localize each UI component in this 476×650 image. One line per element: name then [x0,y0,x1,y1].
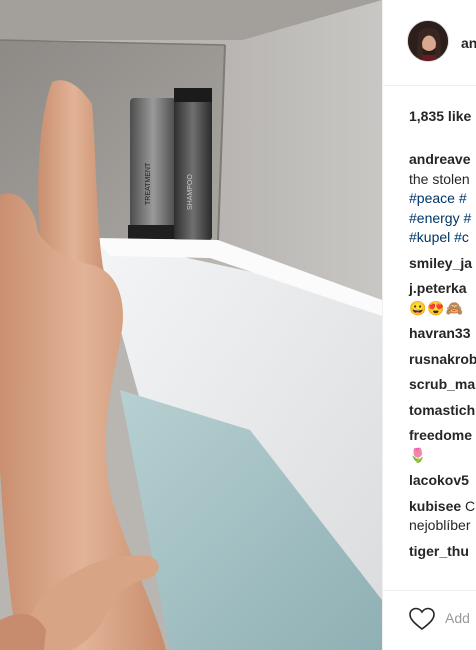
heart-icon[interactable] [409,607,435,631]
comment-username[interactable]: j.peterka [409,280,467,296]
comment-username[interactable]: scrub_ma [409,376,475,392]
comment-username[interactable]: kubisee [409,498,461,514]
avatar[interactable] [407,20,449,62]
comment-item: scrub_ma [409,375,476,395]
shampoo-bottle [174,88,212,240]
comment-item: smiley_ja [409,254,476,274]
treatment-tube [130,98,176,238]
comment-emoji: 😀😍🙈 [409,299,465,316]
comment-username[interactable]: tiger_thu [409,543,469,559]
comment-username[interactable]: lacokov5 [409,472,469,488]
comment-username[interactable]: rusnakrob [409,351,476,367]
caption-line: the stolen [409,170,470,187]
comment-item: havran33 [409,324,476,344]
caption-username[interactable]: andreave [409,151,470,167]
comment-username[interactable]: tomastich [409,402,475,418]
comment-item: tomastich [409,401,476,421]
post-author-username[interactable]: andreave [461,35,476,51]
comment-text-line: nejoblíber [409,517,471,533]
comment-username[interactable]: smiley_ja [409,255,472,271]
bath-photo-illustration: TREATMENT SHAMPOO [0,0,382,650]
comments-list: andreave the stolen #peace # #energy # #… [409,150,476,561]
comment-username[interactable]: freedome [409,427,472,443]
post-header: andreave [383,0,476,86]
post-photo[interactable]: TREATMENT SHAMPOO [0,0,382,650]
comment-item: lacokov5 [409,471,476,491]
comment-item: tiger_thu [409,542,476,562]
product-label-2: SHAMPOO [187,174,194,210]
caption-hashtags[interactable]: #energy # [409,209,476,229]
comment-item: kubisee C [409,497,476,517]
comment-text: C [465,497,476,514]
tube-cap [128,225,176,239]
comment-emoji: 🌷 [409,446,428,463]
caption-hashtags[interactable]: #kupel #c [409,228,476,248]
like-count[interactable]: 1,835 like [409,108,471,124]
comment-item: rusnakrob [409,350,476,370]
comment-item: j.peterka [409,279,476,299]
product-label-1: TREATMENT [145,162,152,205]
comment-footer: Add [383,590,476,650]
comment-item: freedome [409,426,476,446]
avatar-image [408,21,448,61]
bottle-cap [174,88,212,102]
comment-username[interactable]: havran33 [409,325,470,341]
add-comment-input[interactable]: Add [445,610,470,626]
caption-hashtags[interactable]: #peace # [409,189,476,209]
caption: andreave [409,150,476,170]
post-side-panel: andreave 1,835 like andreave the stolen … [382,0,476,650]
